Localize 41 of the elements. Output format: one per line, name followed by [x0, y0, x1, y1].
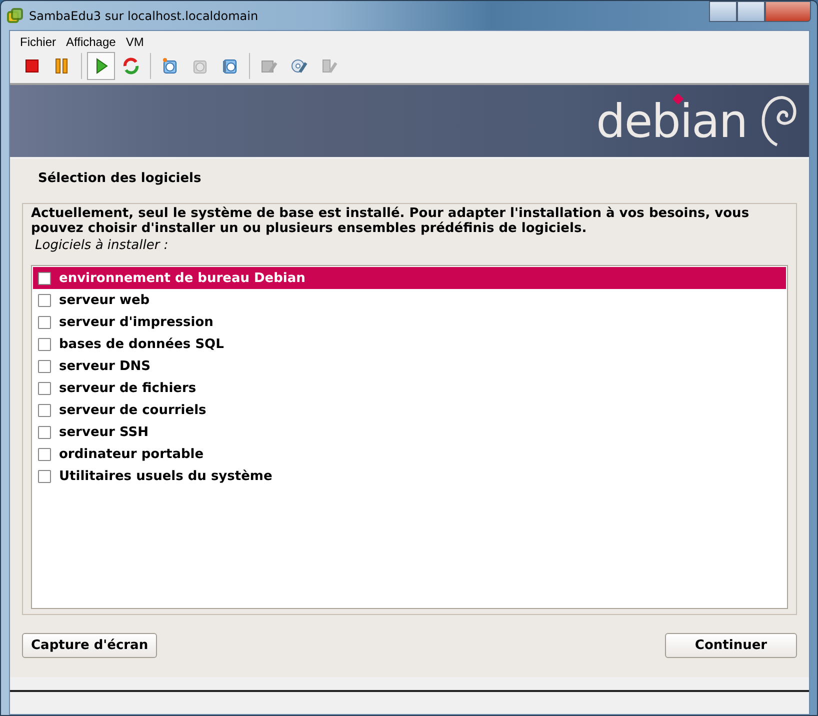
- clock-icon: [221, 57, 239, 75]
- close-button[interactable]: [765, 1, 811, 22]
- checkbox[interactable]: [38, 470, 51, 482]
- checkbox[interactable]: [38, 404, 51, 416]
- usb-icon: [320, 57, 338, 75]
- checkbox[interactable]: [38, 382, 51, 394]
- list-item[interactable]: serveur web: [33, 289, 786, 311]
- menu-item[interactable]: Fichier: [20, 35, 56, 49]
- list-item[interactable]: serveur d'impression: [33, 311, 786, 333]
- page-title: Sélection des logiciels: [38, 171, 202, 186]
- list-item[interactable]: environnement de bureau Debian: [33, 267, 786, 289]
- clock-icon: [161, 57, 179, 75]
- maximize-button[interactable]: [737, 1, 765, 22]
- continue-button[interactable]: Continuer: [665, 633, 797, 658]
- list-item[interactable]: Utilitaires usuels du système: [33, 465, 786, 487]
- description: Actuellement, seul le système de base est installé. Pour adapter l'installation à vos besoins, vous pouvez choisir d'installer un ou plusieurs ensembles prédéfinis de logiciels.: [31, 206, 750, 236]
- window-title: SambaEdu3 sur localhost.localdomain: [29, 8, 258, 22]
- list-item[interactable]: serveur SSH: [33, 421, 786, 443]
- list-item[interactable]: serveur de fichiers: [33, 377, 786, 399]
- refresh-icon: [122, 57, 140, 75]
- list-item[interactable]: bases de données SQL: [33, 333, 786, 355]
- checkbox[interactable]: [38, 448, 51, 460]
- list-label: Logiciels à installer :: [35, 238, 170, 253]
- minimize-button[interactable]: [709, 1, 737, 22]
- screenshot-button[interactable]: Capture d'écran: [22, 633, 158, 658]
- menu-item[interactable]: Affichage: [66, 35, 116, 49]
- list-item[interactable]: serveur de courriels: [33, 399, 786, 421]
- checkbox[interactable]: [38, 272, 51, 284]
- checkbox[interactable]: [38, 316, 51, 328]
- menu-item[interactable]: VM: [126, 35, 144, 49]
- list-item[interactable]: ordinateur portable: [33, 443, 786, 465]
- app-icon: [7, 8, 23, 24]
- list-item[interactable]: serveur DNS: [33, 355, 786, 377]
- checkbox[interactable]: [38, 360, 51, 372]
- checkbox[interactable]: [38, 338, 51, 350]
- checkbox[interactable]: [38, 294, 51, 306]
- play-button[interactable]: [87, 52, 115, 80]
- debian-logo: debian: [596, 94, 747, 148]
- stop-icon: [23, 57, 41, 75]
- cd-icon: [290, 57, 308, 75]
- checkbox[interactable]: [38, 426, 51, 438]
